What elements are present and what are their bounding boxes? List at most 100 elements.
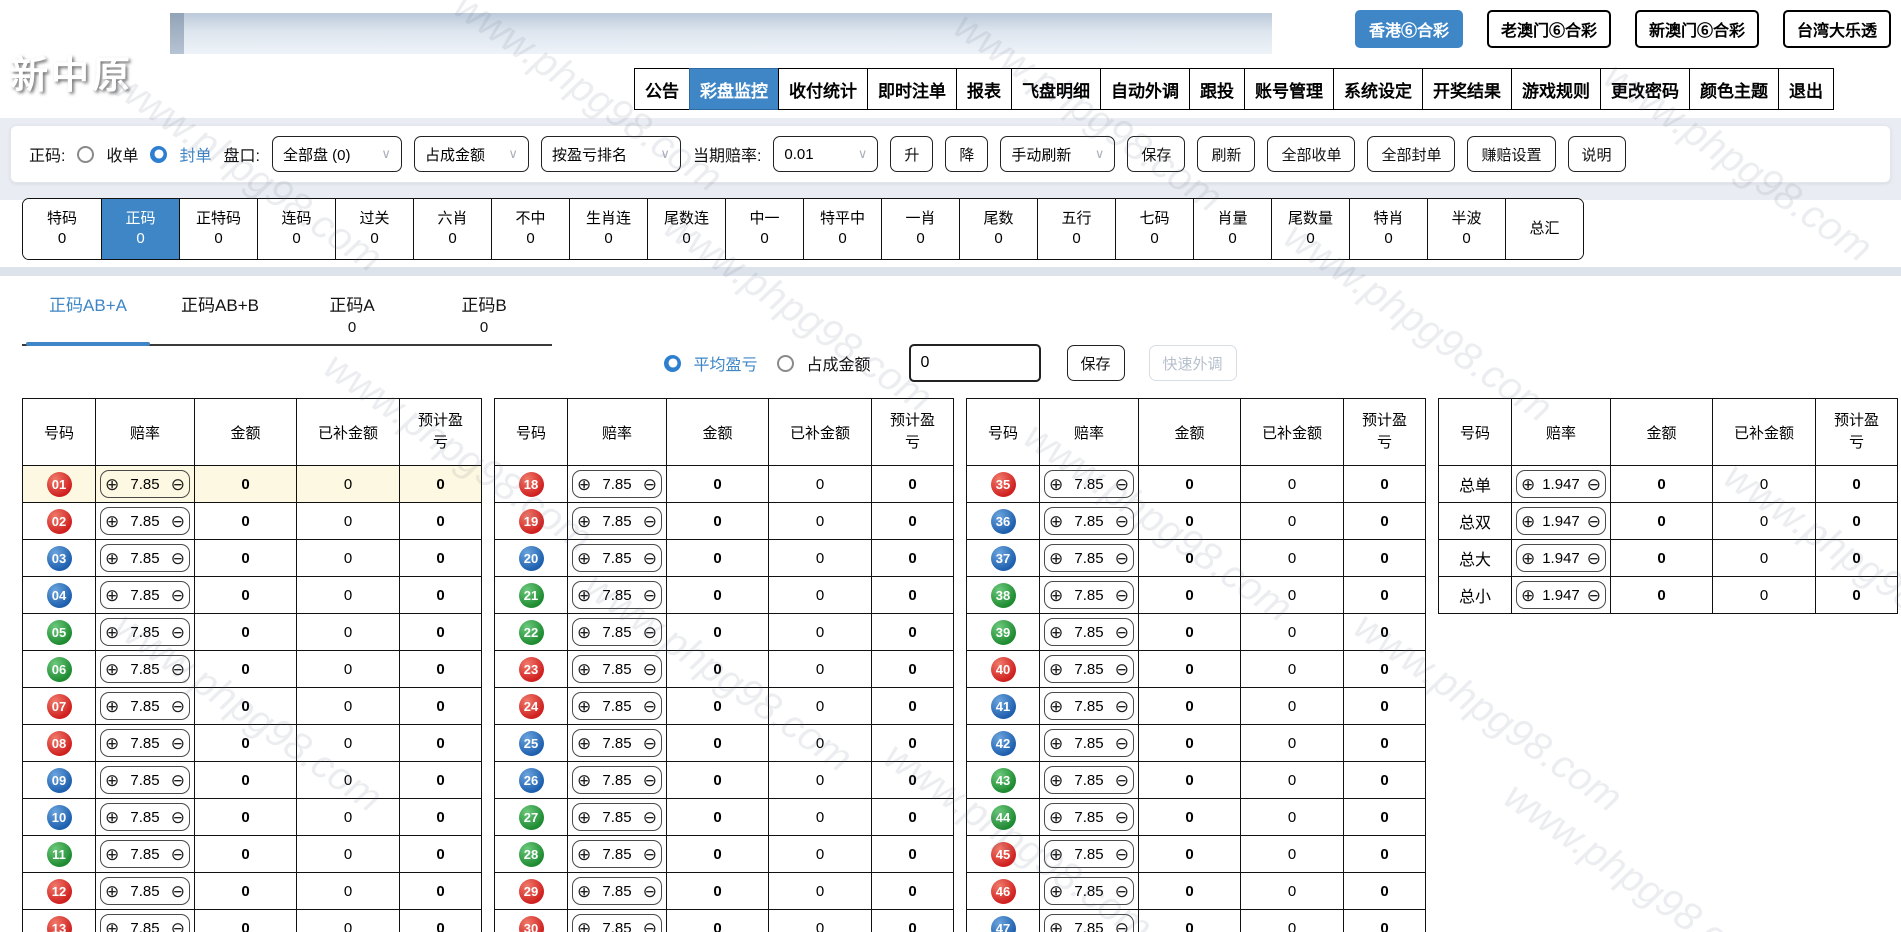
number-ball-47[interactable]: 47 <box>990 915 1016 932</box>
rank-select[interactable]: 按盈亏排名 ∨ <box>540 136 681 172</box>
number-ball-07[interactable]: 07 <box>46 693 72 719</box>
raise-button[interactable]: 升 <box>890 136 934 172</box>
profit-settings-button[interactable]: 赚赔设置 <box>1467 136 1556 172</box>
lottery-tab-1[interactable]: 香港⑥合彩 <box>1354 10 1463 48</box>
minus-icon[interactable]: ⊖ <box>643 883 657 900</box>
number-ball-09[interactable]: 09 <box>46 767 72 793</box>
minus-icon[interactable]: ⊖ <box>643 772 657 789</box>
plus-icon[interactable]: ⊕ <box>105 698 119 715</box>
share-amount-radio[interactable] <box>777 354 795 372</box>
nav-item-13[interactable]: 更改密码 <box>1600 68 1690 110</box>
plus-icon[interactable]: ⊕ <box>105 735 119 752</box>
number-ball-01[interactable]: 01 <box>46 471 72 497</box>
plus-icon[interactable]: ⊕ <box>1049 846 1063 863</box>
plus-icon[interactable]: ⊕ <box>1521 587 1535 604</box>
minus-icon[interactable]: ⊖ <box>643 809 657 826</box>
minus-icon[interactable]: ⊖ <box>1115 846 1129 863</box>
minus-icon[interactable]: ⊖ <box>1115 513 1129 530</box>
minus-icon[interactable]: ⊖ <box>171 735 185 752</box>
nav-item-7[interactable]: 自动外调 <box>1100 68 1190 110</box>
plus-icon[interactable]: ⊕ <box>105 661 119 678</box>
number-ball-20[interactable]: 20 <box>518 545 544 571</box>
sub-tab-2[interactable]: 正码AB+B <box>154 286 286 344</box>
plus-icon[interactable]: ⊕ <box>105 809 119 826</box>
lower-button[interactable]: 降 <box>945 136 989 172</box>
minus-icon[interactable]: ⊖ <box>643 661 657 678</box>
plus-icon[interactable]: ⊕ <box>577 513 591 530</box>
plus-icon[interactable]: ⊕ <box>105 846 119 863</box>
category-tab-19[interactable]: 半波 0 <box>1427 199 1505 259</box>
minus-icon[interactable]: ⊖ <box>643 920 657 932</box>
category-tab-6[interactable]: 六肖 0 <box>413 199 491 259</box>
minus-icon[interactable]: ⊖ <box>1115 624 1129 641</box>
number-ball-24[interactable]: 24 <box>518 693 544 719</box>
minus-icon[interactable]: ⊖ <box>1587 550 1601 567</box>
category-tab-2[interactable]: 正码 0 <box>101 199 179 259</box>
nav-item-8[interactable]: 跟投 <box>1189 68 1245 110</box>
number-ball-44[interactable]: 44 <box>990 804 1016 830</box>
quick-adjust-button[interactable]: 快速外调 <box>1148 345 1237 381</box>
category-tab-11[interactable]: 特平中 0 <box>803 199 881 259</box>
plus-icon[interactable]: ⊕ <box>1049 772 1063 789</box>
number-ball-28[interactable]: 28 <box>518 841 544 867</box>
nav-item-10[interactable]: 系统设定 <box>1333 68 1423 110</box>
number-ball-41[interactable]: 41 <box>990 693 1016 719</box>
number-ball-21[interactable]: 21 <box>518 582 544 608</box>
number-ball-38[interactable]: 38 <box>990 582 1016 608</box>
minus-icon[interactable]: ⊖ <box>1115 661 1129 678</box>
minus-icon[interactable]: ⊖ <box>1115 920 1129 932</box>
minus-icon[interactable]: ⊖ <box>1115 698 1129 715</box>
save-button[interactable]: 保存 <box>1127 136 1186 172</box>
plus-icon[interactable]: ⊕ <box>105 772 119 789</box>
plus-icon[interactable]: ⊕ <box>1521 476 1535 493</box>
share-amount-label[interactable]: 占成金额 <box>806 351 870 375</box>
category-tab-7[interactable]: 不中 0 <box>491 199 569 259</box>
plus-icon[interactable]: ⊕ <box>577 883 591 900</box>
minus-icon[interactable]: ⊖ <box>171 698 185 715</box>
receive-order-label[interactable]: 收单 <box>106 142 138 166</box>
number-ball-04[interactable]: 04 <box>46 582 72 608</box>
minus-icon[interactable]: ⊖ <box>643 735 657 752</box>
minus-icon[interactable]: ⊖ <box>643 476 657 493</box>
minus-icon[interactable]: ⊖ <box>171 624 185 641</box>
adjust-amount-input[interactable] <box>908 344 1041 382</box>
number-ball-40[interactable]: 40 <box>990 656 1016 682</box>
minus-icon[interactable]: ⊖ <box>171 513 185 530</box>
plus-icon[interactable]: ⊕ <box>577 550 591 567</box>
nav-item-11[interactable]: 开奖结果 <box>1422 68 1512 110</box>
minus-icon[interactable]: ⊖ <box>1115 587 1129 604</box>
nav-item-9[interactable]: 账号管理 <box>1244 68 1334 110</box>
category-tab-4[interactable]: 连码 0 <box>257 199 335 259</box>
plus-icon[interactable]: ⊕ <box>577 846 591 863</box>
seal-order-label[interactable]: 封单 <box>179 142 211 166</box>
plus-icon[interactable]: ⊕ <box>577 809 591 826</box>
sub-tab-3[interactable]: 正码A 0 <box>286 286 418 344</box>
amount-mode-select[interactable]: 占成金额 ∨ <box>413 136 529 172</box>
minus-icon[interactable]: ⊖ <box>1587 587 1601 604</box>
category-tab-12[interactable]: 一肖 0 <box>881 199 959 259</box>
minus-icon[interactable]: ⊖ <box>1587 513 1601 530</box>
avg-profit-label[interactable]: 平均盈亏 <box>693 351 757 375</box>
minus-icon[interactable]: ⊖ <box>1115 735 1129 752</box>
minus-icon[interactable]: ⊖ <box>171 550 185 567</box>
minus-icon[interactable]: ⊖ <box>1115 809 1129 826</box>
odds-step-select[interactable]: 0.01 ∨ <box>773 136 879 172</box>
number-ball-13[interactable]: 13 <box>46 915 72 932</box>
number-ball-10[interactable]: 10 <box>46 804 72 830</box>
minus-icon[interactable]: ⊖ <box>171 587 185 604</box>
minus-icon[interactable]: ⊖ <box>171 920 185 932</box>
number-ball-03[interactable]: 03 <box>46 545 72 571</box>
plus-icon[interactable]: ⊕ <box>577 476 591 493</box>
nav-item-4[interactable]: 即时注单 <box>867 68 957 110</box>
minus-icon[interactable]: ⊖ <box>1587 476 1601 493</box>
nav-item-6[interactable]: 飞盘明细 <box>1011 68 1101 110</box>
number-ball-35[interactable]: 35 <box>990 471 1016 497</box>
number-ball-26[interactable]: 26 <box>518 767 544 793</box>
category-tab-16[interactable]: 肖量 0 <box>1193 199 1271 259</box>
category-tab-3[interactable]: 正特码 0 <box>179 199 257 259</box>
number-ball-18[interactable]: 18 <box>518 471 544 497</box>
port-select[interactable]: 全部盘 (0) ∨ <box>271 136 402 172</box>
number-ball-06[interactable]: 06 <box>46 656 72 682</box>
number-ball-12[interactable]: 12 <box>46 878 72 904</box>
receive-all-button[interactable]: 全部收单 <box>1267 136 1356 172</box>
